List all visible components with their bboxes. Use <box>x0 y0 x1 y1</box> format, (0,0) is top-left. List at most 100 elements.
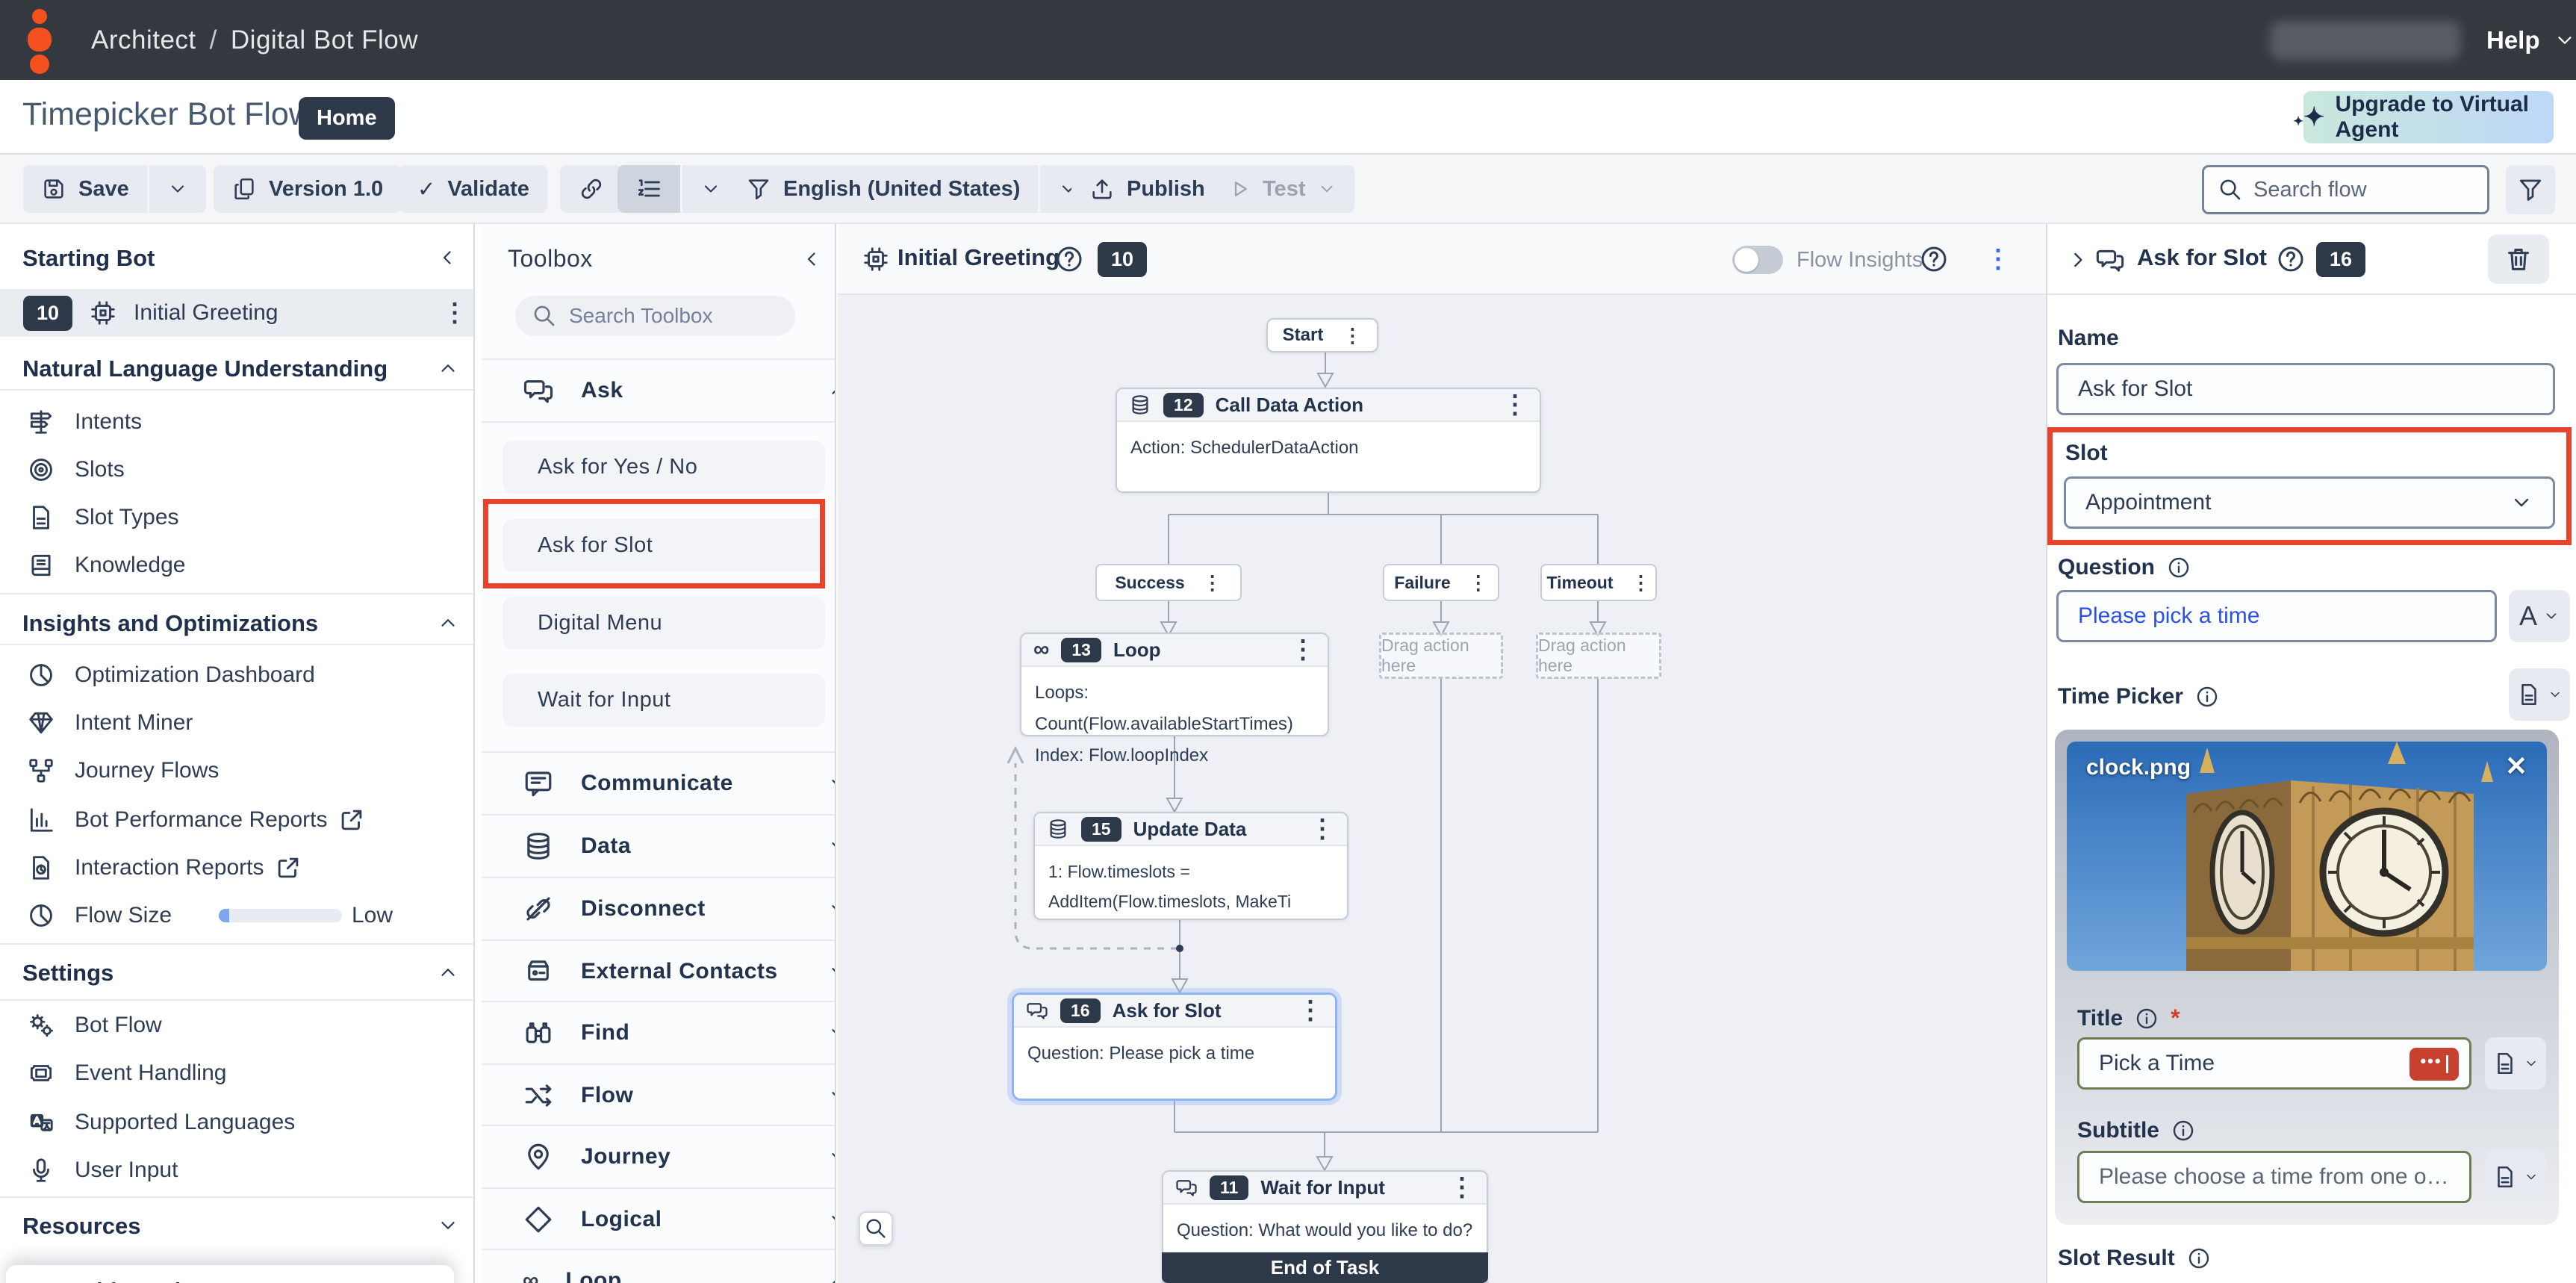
save-button[interactable]: Save <box>23 165 147 213</box>
text-style-button[interactable]: A <box>2509 590 2570 642</box>
drag-action-placeholder-failure[interactable]: Drag action here <box>1379 633 1503 679</box>
toolbox-item-wait-for-input[interactable]: Wait for Input <box>503 674 825 727</box>
flow-filter-button[interactable] <box>2506 165 2555 214</box>
toolbox-section-disconnect[interactable]: Disconnect <box>482 878 835 939</box>
section-resources-title[interactable]: Resources <box>22 1213 141 1240</box>
canvas-kebab-menu-icon[interactable]: ⋮ <box>1985 246 2011 272</box>
node-start[interactable]: Start ⋮ <box>1266 318 1378 352</box>
time-picker-mode-button[interactable] <box>2509 668 2570 721</box>
kebab-menu-icon[interactable]: ⋮ <box>442 300 467 326</box>
chevron-up-icon[interactable] <box>437 961 459 984</box>
section-settings-title[interactable]: Settings <box>22 960 113 987</box>
toolbox-section-external-contacts[interactable]: External Contacts <box>482 941 835 1002</box>
sidebar-item-bot-flow[interactable]: Bot Flow <box>0 1001 475 1049</box>
kebab-menu-icon[interactable]: ⋮ <box>1469 573 1488 592</box>
sequence-view-button[interactable] <box>617 165 680 213</box>
save-dropdown-button[interactable] <box>147 165 206 213</box>
publish-button[interactable]: Publish <box>1071 165 1223 213</box>
sidebar-item-user-input[interactable]: User Input <box>0 1146 475 1194</box>
sidebar-item-journey-flows[interactable]: Journey Flows <box>0 747 475 795</box>
info-icon[interactable] <box>2167 556 2191 580</box>
node-ask-for-slot[interactable]: 16 Ask for Slot ⋮ Question: Please pick … <box>1012 992 1337 1101</box>
toolbox-section-ask[interactable]: Ask <box>482 360 835 421</box>
help-circle-icon[interactable] <box>2276 244 2306 274</box>
help-label[interactable]: Help <box>2486 26 2540 55</box>
validate-button[interactable]: ✓ Validate <box>399 165 547 213</box>
kebab-menu-icon[interactable]: ⋮ <box>1290 637 1316 662</box>
sidebar-item-intent-miner[interactable]: Intent Miner <box>0 699 475 747</box>
genesys-logo-icon[interactable] <box>22 9 57 72</box>
delete-action-button[interactable] <box>2488 234 2549 284</box>
sidebar-item-supported-languages[interactable]: Supported Languages <box>0 1099 475 1146</box>
search-flow-input[interactable] <box>2253 178 2470 202</box>
help-menu[interactable]: Help <box>2486 0 2576 80</box>
kebab-menu-icon[interactable]: ⋮ <box>1502 392 1528 417</box>
kebab-menu-icon[interactable]: ⋮ <box>1631 573 1651 592</box>
version-button[interactable]: Version 1.0 <box>214 165 401 213</box>
help-circle-icon[interactable] <box>1054 244 1084 274</box>
info-icon[interactable] <box>2195 685 2219 709</box>
section-insights-title[interactable]: Insights and Optimizations <box>22 610 318 637</box>
toolbox-item-digital-menu[interactable]: Digital Menu <box>503 597 825 650</box>
branch-success[interactable]: Success⋮ <box>1095 564 1242 601</box>
kebab-menu-icon[interactable]: ⋮ <box>1343 326 1362 345</box>
upgrade-to-virtual-agent-button[interactable]: ✦✦ Upgrade to Virtual Agent <box>2303 91 2554 143</box>
sidebar-item-event-handling[interactable]: Event Handling <box>0 1049 475 1097</box>
sidebar-item-knowledge[interactable]: Knowledge <box>0 541 475 589</box>
toolbox-section-communicate[interactable]: Communicate <box>482 753 835 814</box>
sidebar-item-initial-greeting[interactable]: 10 Initial Greeting ⋮ <box>0 289 475 337</box>
flow-canvas[interactable]: Initial Greeting 10 Flow Insights ⋮ Star… <box>838 224 2046 1283</box>
branch-timeout[interactable]: Timeout⋮ <box>1540 564 1657 601</box>
expression-pill-icon[interactable]: ••• <box>2409 1048 2459 1081</box>
chevron-up-icon[interactable] <box>437 612 459 634</box>
toolbox-search-input[interactable] <box>569 304 778 328</box>
flow-insights-toggle[interactable] <box>1732 246 1783 274</box>
toolbox-section-loop[interactable]: ∞ Loop <box>482 1250 835 1283</box>
drag-action-placeholder-timeout[interactable]: Drag action here <box>1536 633 1661 679</box>
sidebar-item-slots[interactable]: Slots <box>0 446 475 494</box>
sidebar-item-optimization-dashboard[interactable]: Optimization Dashboard <box>0 651 475 699</box>
link-button[interactable] <box>560 165 623 213</box>
collapse-sidebar-icon[interactable] <box>437 246 459 269</box>
home-badge[interactable]: Home <box>299 97 395 140</box>
help-circle-icon[interactable] <box>1919 244 1949 274</box>
kebab-menu-icon[interactable]: ⋮ <box>1310 816 1335 842</box>
collapse-toolbox-icon[interactable] <box>801 248 824 270</box>
info-icon[interactable] <box>2171 1119 2195 1143</box>
language-button[interactable]: English (United States) <box>728 165 1038 213</box>
section-nlu-title[interactable]: Natural Language Understanding <box>22 355 388 382</box>
toolbox-section-data[interactable]: Data <box>482 816 835 877</box>
toolbox-section-logical[interactable]: Logical <box>482 1189 835 1250</box>
branch-failure[interactable]: Failure⋮ <box>1383 564 1499 601</box>
toolbox-section-find[interactable]: Find <box>482 1002 835 1063</box>
chevron-down-icon[interactable] <box>437 1214 459 1237</box>
title-input[interactable] <box>2099 1051 2383 1076</box>
kebab-menu-icon[interactable]: ⋮ <box>1203 573 1222 592</box>
chevron-up-icon[interactable] <box>437 357 459 379</box>
slot-dropdown[interactable]: Appointment <box>2064 476 2555 529</box>
sidebar-item-interaction-reports[interactable]: Interaction Reports <box>0 844 475 892</box>
node-loop[interactable]: ∞ 13 Loop ⋮ Loops: Count(Flow.availableS… <box>1020 633 1329 736</box>
canvas-zoom-button[interactable] <box>859 1211 893 1246</box>
subtitle-mode-button[interactable] <box>2485 1151 2546 1203</box>
toolbox-section-flow[interactable]: Flow <box>482 1065 835 1126</box>
kebab-menu-icon[interactable]: ⋮ <box>1298 998 1323 1023</box>
info-icon[interactable] <box>2135 1007 2159 1031</box>
breadcrumb-app[interactable]: Architect <box>91 25 196 55</box>
toolbox-item-ask-for-yes-no[interactable]: Ask for Yes / No <box>503 441 825 494</box>
node-update-data[interactable]: 15 Update Data ⋮ 1: Flow.timeslots = Add… <box>1033 812 1348 920</box>
reusable-tasks-panel[interactable]: Reusable Tasks <box>6 1265 454 1283</box>
toolbox-section-journey[interactable]: Journey <box>482 1126 835 1187</box>
node-wait-for-input[interactable]: 11 Wait for Input ⋮ Question: What would… <box>1162 1170 1488 1283</box>
question-input[interactable] <box>2078 603 2475 629</box>
title-mode-button[interactable] <box>2485 1037 2546 1090</box>
kebab-menu-icon[interactable]: ⋮ <box>1449 1175 1475 1200</box>
sidebar-item-intents[interactable]: Intents <box>0 398 475 446</box>
remove-image-icon[interactable]: ✕ <box>2505 751 2527 782</box>
subtitle-input[interactable] <box>2099 1164 2450 1190</box>
collapse-panel-icon[interactable] <box>2065 248 2089 272</box>
sidebar-item-slot-types[interactable]: Slot Types <box>0 494 475 541</box>
name-input[interactable] <box>2078 376 2533 402</box>
info-icon[interactable] <box>2187 1246 2211 1270</box>
sidebar-item-bot-performance-reports[interactable]: Bot Performance Reports <box>0 796 475 844</box>
